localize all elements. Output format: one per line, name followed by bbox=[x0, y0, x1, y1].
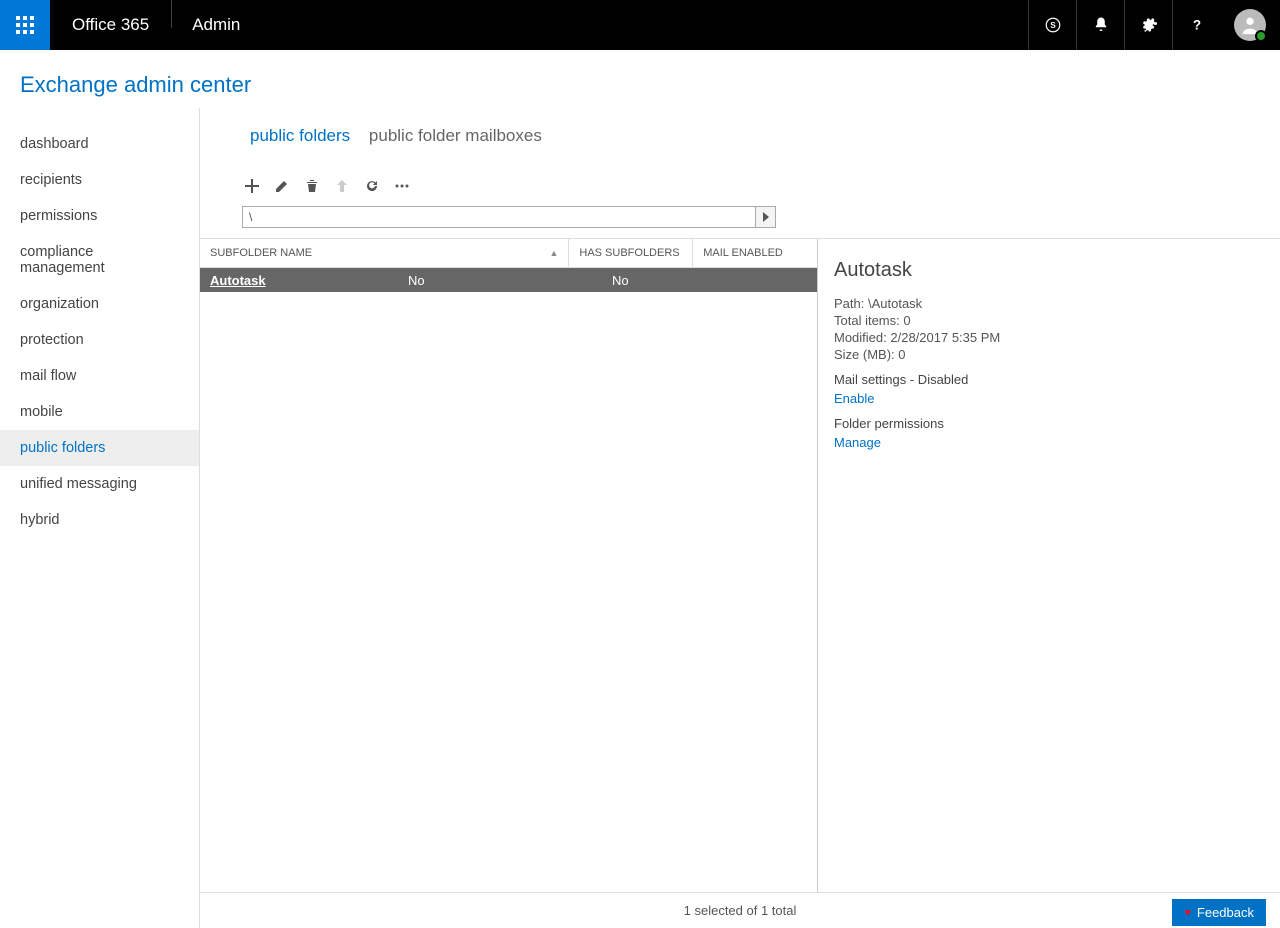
page-title: Exchange admin center bbox=[0, 50, 1280, 108]
skype-icon: S bbox=[1044, 16, 1062, 34]
sidebar-item-mailflow[interactable]: mail flow bbox=[0, 358, 199, 394]
module-label[interactable]: Admin bbox=[172, 0, 260, 50]
pencil-icon bbox=[275, 179, 289, 193]
table-row[interactable]: Autotask No No bbox=[200, 268, 817, 292]
tabs: public folders public folder mailboxes bbox=[200, 108, 1280, 166]
details-total-items: Total items: 0 bbox=[834, 313, 1280, 328]
sidebar-item-mobile[interactable]: mobile bbox=[0, 394, 199, 430]
delete-button[interactable] bbox=[302, 176, 322, 196]
brand-label: Office 365 bbox=[50, 0, 171, 50]
edit-button[interactable] bbox=[272, 176, 292, 196]
up-button[interactable] bbox=[332, 176, 352, 196]
feedback-button[interactable]: ♥ Feedback bbox=[1172, 899, 1266, 926]
refresh-icon bbox=[365, 179, 379, 193]
details-permissions: Folder permissions bbox=[834, 416, 1280, 431]
plus-icon bbox=[245, 179, 259, 193]
column-subfolder-name[interactable]: SUBFOLDER NAME ▲ bbox=[200, 239, 569, 267]
more-button[interactable] bbox=[392, 176, 412, 196]
manage-link[interactable]: Manage bbox=[834, 435, 881, 450]
tab-public-folder-mailboxes[interactable]: public folder mailboxes bbox=[369, 126, 542, 145]
details-title: Autotask bbox=[834, 259, 1280, 282]
svg-text:?: ? bbox=[1192, 18, 1200, 33]
details-modified: Modified: 2/28/2017 5:35 PM bbox=[834, 330, 1280, 345]
details-size: Size (MB): 0 bbox=[834, 347, 1280, 362]
column-label: SUBFOLDER NAME bbox=[210, 247, 312, 259]
sidebar-item-organization[interactable]: organization bbox=[0, 286, 199, 322]
avatar bbox=[1234, 9, 1266, 41]
gear-icon bbox=[1140, 16, 1158, 34]
app-launcher-button[interactable] bbox=[0, 0, 50, 50]
column-label: MAIL ENABLED bbox=[703, 247, 783, 259]
skype-button[interactable]: S bbox=[1028, 0, 1076, 50]
presence-indicator bbox=[1255, 30, 1267, 42]
svg-text:S: S bbox=[1050, 21, 1056, 30]
footer: 1 selected of 1 total ♥ Feedback bbox=[200, 892, 1280, 928]
column-label: HAS SUBFOLDERS bbox=[579, 247, 679, 259]
sidebar-item-hybrid[interactable]: hybrid bbox=[0, 502, 199, 538]
enable-link[interactable]: Enable bbox=[834, 391, 874, 406]
heart-icon: ♥ bbox=[1184, 907, 1191, 919]
sidebar-item-permissions[interactable]: permissions bbox=[0, 198, 199, 234]
details-mail-settings: Mail settings - Disabled bbox=[834, 372, 1280, 387]
sidebar: dashboard recipients permissions complia… bbox=[0, 108, 200, 928]
triangle-right-icon bbox=[761, 212, 771, 222]
top-header: Office 365 Admin S ? bbox=[0, 0, 1280, 50]
help-button[interactable]: ? bbox=[1172, 0, 1220, 50]
sidebar-item-protection[interactable]: protection bbox=[0, 322, 199, 358]
sidebar-item-recipients[interactable]: recipients bbox=[0, 162, 199, 198]
tab-public-folders[interactable]: public folders bbox=[250, 126, 350, 145]
toolbar bbox=[200, 166, 1280, 206]
more-icon bbox=[394, 179, 410, 193]
sidebar-item-publicfolders[interactable]: public folders bbox=[0, 430, 199, 466]
arrow-up-icon bbox=[335, 179, 349, 193]
sort-asc-icon: ▲ bbox=[549, 248, 558, 258]
notifications-button[interactable] bbox=[1076, 0, 1124, 50]
waffle-icon bbox=[16, 16, 34, 34]
grid-header: SUBFOLDER NAME ▲ HAS SUBFOLDERS MAIL ENA… bbox=[200, 239, 817, 268]
path-input[interactable]: \ bbox=[243, 210, 755, 224]
settings-button[interactable] bbox=[1124, 0, 1172, 50]
details-pane: Autotask Path: \Autotask Total items: 0 … bbox=[818, 239, 1280, 892]
account-button[interactable] bbox=[1220, 0, 1280, 50]
path-input-wrap: \ bbox=[242, 206, 776, 228]
refresh-button[interactable] bbox=[362, 176, 382, 196]
help-icon: ? bbox=[1188, 16, 1206, 34]
sidebar-item-unifiedmessaging[interactable]: unified messaging bbox=[0, 466, 199, 502]
selection-status: 1 selected of 1 total bbox=[684, 903, 797, 918]
details-path: Path: \Autotask bbox=[834, 296, 1280, 311]
folder-grid: SUBFOLDER NAME ▲ HAS SUBFOLDERS MAIL ENA… bbox=[200, 239, 818, 892]
trash-icon bbox=[305, 179, 319, 193]
column-has-subfolders[interactable]: HAS SUBFOLDERS bbox=[569, 239, 693, 267]
cell-has-subfolders: No bbox=[408, 273, 612, 288]
new-button[interactable] bbox=[242, 176, 262, 196]
feedback-label: Feedback bbox=[1197, 905, 1254, 920]
cell-mail-enabled: No bbox=[612, 273, 736, 288]
path-go-button[interactable] bbox=[755, 207, 775, 227]
cell-name: Autotask bbox=[200, 273, 408, 288]
sidebar-item-dashboard[interactable]: dashboard bbox=[0, 126, 199, 162]
sidebar-item-compliance[interactable]: compliance management bbox=[0, 234, 199, 286]
bell-icon bbox=[1092, 16, 1110, 34]
column-mail-enabled[interactable]: MAIL ENABLED bbox=[693, 239, 817, 267]
main-content: public folders public folder mailboxes bbox=[200, 108, 1280, 928]
